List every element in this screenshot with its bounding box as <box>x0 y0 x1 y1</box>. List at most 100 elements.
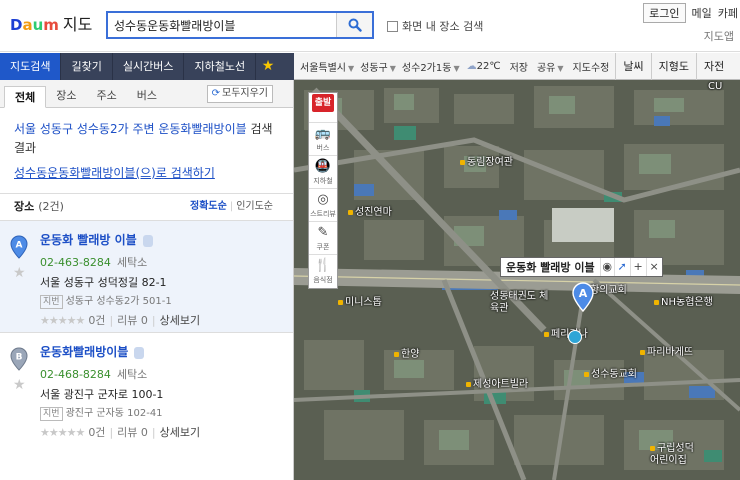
map-label[interactable]: CU <box>708 81 722 92</box>
satellite-map-image <box>294 80 740 480</box>
bus-stop-marker[interactable] <box>568 330 582 344</box>
popup-place-name[interactable]: 운동화 빨래방 이블 <box>501 259 600 275</box>
sort-accuracy[interactable]: 정확도순 <box>190 201 227 212</box>
map-side-toolbar: 🚌 버스 🚇 지하철 ◎ 스트리뷰 ✎ 쿠폰 🍴 음식점 <box>308 92 338 289</box>
sort-popularity[interactable]: 인기도순 <box>236 201 273 212</box>
header: Daum지도 화면 내 장소 검색 로그인 메일 카페 지도앱 <box>0 0 740 52</box>
weather-view-button[interactable]: 날씨 <box>615 53 650 80</box>
search-query-link[interactable]: 성수동운동화빨래방이블(으)로 검색하기 <box>0 158 293 181</box>
roadview-icon: ◎ <box>317 192 329 207</box>
main-nav: 지도검색 길찾기 실시간버스 지하철노선 ★ <box>0 53 294 80</box>
place-jibun: 성동구 성수동2가 501-1 <box>65 296 172 307</box>
place-section-header: 장소 (2건) 정확도순 | 인기도순 <box>0 194 293 220</box>
place-item[interactable]: A ★ 운동화 빨래방 이블 02-463-8284 세탁소 서울 성동구 성덕정… <box>0 220 293 332</box>
map-label[interactable]: 성수동교회 <box>584 365 637 380</box>
map-label[interactable]: 파리바게뜨 <box>640 343 693 358</box>
result-subtabs: 전체 장소 주소 버스 ⟳ 모두지우기 <box>0 80 293 108</box>
place-name[interactable]: 운동화빨래방이블 <box>40 345 128 359</box>
subtab-place[interactable]: 장소 <box>46 85 86 107</box>
coupon-icon: ✎ <box>317 225 329 240</box>
search-input[interactable] <box>108 13 336 37</box>
place-item[interactable]: B ★ 운동화빨래방이블 02-468-8284 세탁소 서울 광진구 군자로 1… <box>0 332 293 446</box>
mail-link[interactable]: 메일 <box>692 5 712 21</box>
roadview-button[interactable]: ◎ 스트리뷰 <box>309 189 337 222</box>
search-box <box>106 11 374 39</box>
tab-realtime-bus[interactable]: 실시간버스 <box>113 53 185 80</box>
restaurant-icon: 🍴 <box>314 258 332 273</box>
current-service-label[interactable]: 지도앱 <box>704 28 734 44</box>
cafe-link[interactable]: 카페 <box>718 5 738 21</box>
zoom-in-icon[interactable]: + <box>629 258 646 276</box>
map-label[interactable]: 동림장여관 <box>460 153 513 168</box>
map-label[interactable]: 구립성덕 어린이집 <box>650 443 702 467</box>
restaurant-button[interactable]: 🍴 음식점 <box>309 255 337 288</box>
svg-text:A: A <box>579 287 588 300</box>
subway-layer-button[interactable]: 🚇 지하철 <box>309 156 337 189</box>
place-popup: 운동화 빨래방 이블 ◉ ➚ + × <box>500 257 663 277</box>
tab-directions[interactable]: 길찾기 <box>61 53 113 80</box>
verified-icon <box>142 234 153 247</box>
detail-link[interactable]: 상세보기 <box>160 426 200 439</box>
weather-indicator[interactable]: ☁22℃ <box>460 61 501 72</box>
refresh-icon: ⟳ <box>211 88 220 99</box>
review-count[interactable]: 리뷰 0 <box>117 314 148 327</box>
map-label[interactable]: NH농협은행 <box>654 293 713 308</box>
share-button[interactable]: 공유 ▼ <box>528 59 564 74</box>
star-icon[interactable]: ★ <box>256 53 280 80</box>
breadcrumb-dong[interactable]: 성수2가1동 ▼ <box>396 59 460 74</box>
favorite-star-icon[interactable]: ★ <box>13 265 26 281</box>
map-marker-a[interactable]: A <box>572 282 594 312</box>
sort-options: 정확도순 | 인기도순 <box>190 201 273 212</box>
bicycle-view-button[interactable]: 자전 <box>695 53 731 80</box>
place-category: 세탁소 <box>116 368 148 381</box>
rating-stars-icon: ★★★★★ <box>40 426 85 439</box>
map-area-search-toggle[interactable]: 화면 내 장소 검색 <box>387 18 483 34</box>
map-label[interactable]: 성동태권도 체육관 <box>490 291 550 315</box>
search-button[interactable] <box>336 13 372 37</box>
start-flag-button[interactable]: 출발 <box>312 94 334 112</box>
bus-layer-button[interactable]: 🚌 버스 <box>309 123 337 156</box>
top-links: 로그인 메일 카페 <box>643 3 738 23</box>
bus-icon: 🚌 <box>314 126 332 141</box>
save-button[interactable]: 저장 <box>501 59 528 74</box>
subtab-address[interactable]: 주소 <box>87 85 127 107</box>
terrain-view-button[interactable]: 지형도 <box>650 53 696 80</box>
app-root: Daum지도 화면 내 장소 검색 로그인 메일 카페 지도앱 지도검색 길찾기… <box>0 0 740 480</box>
tab-subway-map[interactable]: 지하철노선 <box>184 53 257 80</box>
coupon-button[interactable]: ✎ 쿠폰 <box>309 222 337 255</box>
edit-map-button[interactable]: 지도수정 <box>564 59 610 74</box>
breadcrumb-district[interactable]: 성동구 ▼ <box>354 59 396 74</box>
favorite-star-icon[interactable]: ★ <box>13 377 26 393</box>
login-button[interactable]: 로그인 <box>643 3 686 23</box>
daum-logo[interactable]: Daum 지도 <box>10 11 92 35</box>
subtab-all[interactable]: 전체 <box>4 86 47 108</box>
jibun-tag: 지번 <box>40 407 63 421</box>
map-label[interactable]: 성진연마 <box>348 203 392 218</box>
directions-icon[interactable]: ➚ <box>613 258 630 276</box>
map-label[interactable]: 미니스톱 <box>338 293 382 308</box>
place-address: 서울 광진구 군자로 100-1 <box>40 388 164 401</box>
close-icon[interactable]: × <box>645 258 662 276</box>
rating-stars-icon: ★★★★★ <box>40 314 85 327</box>
map-area-search-label: 화면 내 장소 검색 <box>402 20 484 33</box>
detail-link[interactable]: 상세보기 <box>160 314 200 327</box>
map-label[interactable]: 한양 <box>394 345 419 360</box>
clear-all-button[interactable]: ⟳ 모두지우기 <box>206 85 273 103</box>
tab-map-search[interactable]: 지도검색 <box>0 53 62 80</box>
map-label[interactable]: 항의교회 <box>590 281 627 296</box>
breadcrumb-city[interactable]: 서울특별시 ▼ <box>294 59 354 74</box>
jibun-tag: 지번 <box>40 295 63 309</box>
search-result-panel: 전체 장소 주소 버스 ⟳ 모두지우기 서울 성동구 성수동2가 주변 운동화빨래… <box>0 80 294 480</box>
place-count: (2건) <box>38 200 64 213</box>
subtab-bus[interactable]: 버스 <box>127 85 167 107</box>
place-phone: 02-468-8284 <box>40 368 111 381</box>
checkbox[interactable] <box>387 20 398 32</box>
rating-count: 0건 <box>88 314 106 327</box>
place-section-label: 장소 <box>14 200 35 213</box>
place-phone: 02-463-8284 <box>40 256 111 269</box>
place-name[interactable]: 운동화 빨래방 이블 <box>40 233 137 247</box>
review-count[interactable]: 리뷰 0 <box>117 426 148 439</box>
map-label[interactable]: 제성아트빌라 <box>466 375 528 390</box>
map-view[interactable]: 서울특별시 ▼ 성동구 ▼ 성수2가1동 ▼ ☁22℃ 저장 공유 ▼ 지도수정 날씨 … <box>294 53 740 480</box>
place-category: 세탁소 <box>116 256 148 269</box>
